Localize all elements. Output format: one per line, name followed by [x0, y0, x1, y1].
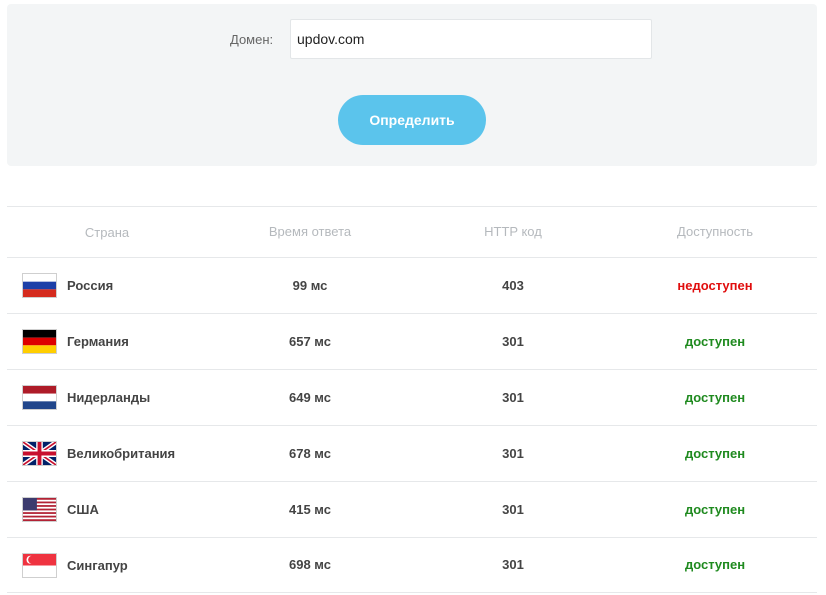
domain-input[interactable] — [290, 19, 652, 59]
usa-flag-icon — [22, 497, 57, 522]
table-row: США 415 мс 301 доступен — [7, 481, 817, 537]
status-badge: доступен — [684, 445, 746, 461]
country-name: США — [67, 502, 99, 517]
table-header: Страна Время ответа HTTP код Доступность — [7, 206, 817, 257]
table-row: Россия 99 мс 403 недоступен — [7, 257, 817, 313]
country-name: Германия — [67, 334, 129, 349]
response-time: 657 мс — [289, 333, 331, 349]
table-row: Сингапур 698 мс 301 доступен — [7, 537, 817, 593]
russia-flag-icon — [22, 273, 57, 298]
table-row: Нидерланды 649 мс 301 доступен — [7, 369, 817, 425]
response-time: 698 мс — [289, 557, 331, 572]
response-time: 678 мс — [289, 445, 331, 461]
table-row: Германия 657 мс 301 доступен — [7, 313, 817, 369]
country-name: Россия — [67, 278, 114, 293]
http-code: 301 — [502, 557, 524, 572]
status-badge: доступен — [684, 557, 746, 572]
column-header-country: Страна — [84, 224, 130, 240]
status-badge: недоступен — [677, 277, 753, 293]
uk-flag-icon — [22, 441, 57, 466]
netherlands-flag-icon — [22, 385, 57, 410]
status-badge: доступен — [684, 501, 746, 517]
response-time: 415 мс — [289, 501, 331, 517]
http-code: 301 — [502, 445, 524, 461]
germany-flag-icon — [22, 329, 57, 354]
response-time: 649 мс — [289, 389, 331, 405]
results-table: Страна Время ответа HTTP код Доступность… — [7, 206, 817, 593]
status-badge: доступен — [684, 333, 746, 349]
http-code: 301 — [502, 389, 524, 405]
http-code: 301 — [502, 501, 524, 517]
column-header-code: HTTP код — [484, 224, 542, 239]
http-code: 301 — [502, 333, 524, 349]
country-name: Великобритания — [67, 446, 176, 461]
domain-form-panel: Домен: Определить — [7, 4, 817, 166]
table-row: Великобритания 678 мс 301 доступен — [7, 425, 817, 481]
http-code: 403 — [502, 277, 524, 293]
response-time: 99 мс — [292, 277, 328, 293]
country-name: Сингапур — [67, 557, 128, 573]
singapore-flag-icon — [22, 552, 57, 578]
column-header-status: Доступность — [677, 224, 753, 239]
domain-label: Домен: — [230, 32, 274, 47]
determine-button[interactable]: Определить — [338, 95, 486, 145]
status-badge: доступен — [684, 389, 746, 405]
country-name: Нидерланды — [67, 390, 151, 405]
column-header-time: Время ответа — [268, 224, 352, 239]
